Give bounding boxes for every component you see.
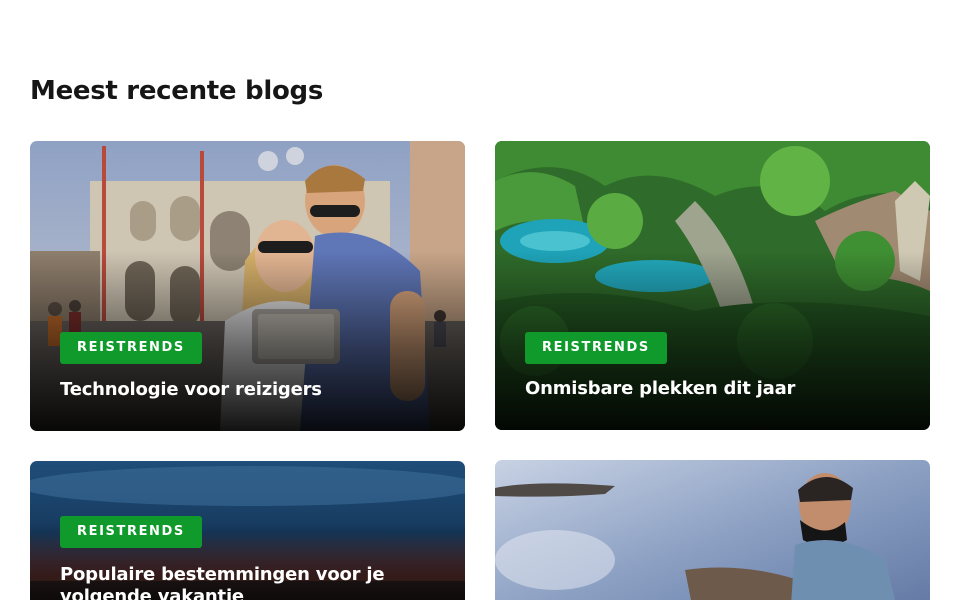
blog-card-destinations[interactable]: REISTRENDS Populaire bestemmingen voor j… <box>30 461 465 600</box>
blog-page: Meest recente blogs REISTRENDS Technolog… <box>0 0 960 600</box>
card-title[interactable]: Technologie voor reizigers <box>60 379 437 401</box>
man-with-mask-by-sea-photo <box>495 460 930 600</box>
category-badge[interactable]: REISTRENDS <box>525 332 667 364</box>
card-title[interactable]: Populaire bestemmingen voor je volgende … <box>60 564 437 600</box>
card-title[interactable]: Onmisbare plekken dit jaar <box>525 378 902 400</box>
category-badge[interactable]: REISTRENDS <box>60 332 202 364</box>
blog-card-places[interactable]: REISTRENDS Onmisbare plekken dit jaar <box>495 141 930 430</box>
blog-card-tech[interactable]: REISTRENDS Technologie voor reizigers <box>30 141 465 431</box>
category-badge[interactable]: REISTRENDS <box>60 516 202 548</box>
blog-card-sea[interactable] <box>495 460 930 600</box>
section-title: Meest recente blogs <box>30 76 323 106</box>
